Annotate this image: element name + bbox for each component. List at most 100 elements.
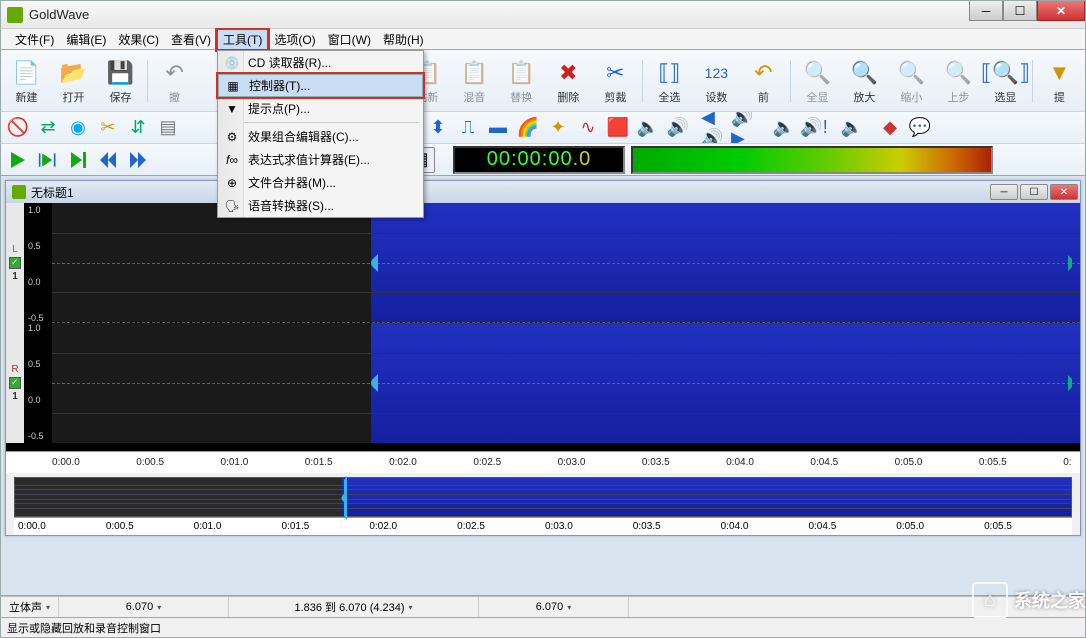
label: 效果组合编辑器(C)...	[248, 128, 359, 145]
menu-file[interactable]: 文件(F)	[9, 29, 60, 50]
effect-stop-icon[interactable]: 🚫	[3, 115, 33, 141]
effect-wave-icon[interactable]: ∿	[573, 115, 603, 141]
status-selection[interactable]: 1.836 到 6.070 (4.234)	[229, 597, 479, 617]
hint-button[interactable]: ▼提	[1036, 53, 1083, 109]
effect-bars-icon[interactable]: ▬	[483, 115, 513, 141]
effect-speaker4-icon[interactable]: 🔈	[837, 115, 867, 141]
status-length[interactable]: 6.070	[59, 597, 229, 617]
effect-eq-icon[interactable]: ⎍	[453, 115, 483, 141]
separator	[642, 60, 643, 102]
play-button[interactable]	[3, 147, 33, 173]
waveform-canvas[interactable]	[52, 203, 1080, 443]
effect-shuffle-icon[interactable]: ⇄	[33, 115, 63, 141]
app-icon	[7, 7, 23, 23]
play-sel-button[interactable]	[33, 147, 63, 173]
label: 打开	[63, 89, 85, 105]
effect-color-icon[interactable]: 🟥	[603, 115, 633, 141]
select-all-button[interactable]: ⟦⟧全选	[646, 53, 693, 109]
effect-swap-icon[interactable]: ⇵	[123, 115, 153, 141]
delete-button[interactable]: ✖删除	[545, 53, 592, 109]
step-up-button[interactable]: 🔍上步	[935, 53, 982, 109]
replace-button[interactable]: 📋替换	[498, 53, 545, 109]
start-marker[interactable]	[364, 203, 378, 322]
effect-a-icon[interactable]: ▤	[153, 115, 183, 141]
fx-icon: f∞	[224, 152, 240, 168]
statusbar: 立体声 6.070 1.836 到 6.070 (4.234) 6.070	[0, 596, 1086, 618]
menu-edit[interactable]: 编辑(E)	[60, 29, 112, 50]
menu-window[interactable]: 窗口(W)	[322, 29, 377, 50]
effect-loud-icon[interactable]: 🔊!	[799, 115, 829, 141]
new-button[interactable]: 📄新建	[3, 53, 50, 109]
label: 表达式求值计算器(E)...	[248, 151, 370, 168]
end-marker[interactable]	[1068, 203, 1080, 322]
document-titlebar[interactable]: 无标题1 ─ ☐ ✕	[6, 181, 1080, 203]
doc-minimize-button[interactable]: ─	[990, 184, 1018, 200]
end-marker[interactable]	[1068, 323, 1080, 443]
effect-speaker1-icon[interactable]: 🔈	[633, 115, 663, 141]
effect-star-icon[interactable]: ✦	[543, 115, 573, 141]
overview-waveform[interactable]	[14, 477, 1072, 517]
effect-updown-icon[interactable]: ⬍	[423, 115, 453, 141]
chain-icon: ⚙	[224, 129, 240, 145]
mix-button[interactable]: 📋混音	[451, 53, 498, 109]
effect-spectrum-icon[interactable]: 🌈	[513, 115, 543, 141]
effect-circle-icon[interactable]: ◉	[63, 115, 93, 141]
label: 全显	[806, 89, 828, 105]
zoom-in-button[interactable]: 🔍放大	[841, 53, 888, 109]
right-channel-num: 1	[12, 391, 18, 402]
label: 提示点(P)...	[248, 100, 310, 117]
sel-zoom-button[interactable]: ⟦🔍⟧选显	[982, 53, 1029, 109]
all-view-button[interactable]: 🔍全显	[794, 53, 841, 109]
label: 设数	[705, 89, 727, 105]
window-titlebar: GoldWave	[0, 0, 1086, 28]
doc-maximize-button[interactable]: ☐	[1020, 184, 1048, 200]
right-channel-checkbox[interactable]	[9, 377, 21, 389]
set-button[interactable]: 123设数	[693, 53, 740, 109]
save-button[interactable]: 💾保存	[97, 53, 144, 109]
menu-cd-reader[interactable]: 💿CD 读取器(R)...	[218, 51, 423, 74]
window-minimize-button[interactable]	[969, 1, 1003, 21]
undo-button[interactable]: ↶撤	[151, 53, 198, 109]
menu-view[interactable]: 查看(V)	[165, 29, 217, 50]
effect-diamond-icon[interactable]: ◆	[875, 115, 905, 141]
menu-tools[interactable]: 工具(T)	[217, 29, 268, 50]
effect-vol-r-icon[interactable]: 🔊▶	[731, 115, 761, 141]
window-close-button[interactable]	[1037, 1, 1085, 21]
effect-speaker2-icon[interactable]: 🔊	[663, 115, 693, 141]
menu-help[interactable]: 帮助(H)	[377, 29, 430, 50]
menu-cue-points[interactable]: ▼ 提示点(P)...	[218, 97, 423, 120]
overview-marker[interactable]	[337, 476, 347, 520]
play-end-button[interactable]	[63, 147, 93, 173]
left-channel-letter: L	[12, 244, 18, 255]
menu-file-merger[interactable]: ⊕文件合并器(M)...	[218, 171, 423, 194]
open-button[interactable]: 📂打开	[50, 53, 97, 109]
menu-controller[interactable]: ▦控制器(T)...	[218, 74, 423, 97]
statusbar-hint: 显示或隐藏回放和录音控制窗口	[0, 618, 1086, 638]
menu-effects[interactable]: 效果(C)	[112, 29, 165, 50]
window-maximize-button[interactable]	[1003, 1, 1037, 21]
label: 放大	[853, 89, 875, 105]
effect-speaker3-icon[interactable]: 🔈	[769, 115, 799, 141]
cue-icon: ▼	[224, 101, 240, 117]
amplitude-labels: 1.0 0.5 0.0 -0.5 1.0 0.5 0.0 -0.5	[24, 203, 52, 443]
doc-close-button[interactable]: ✕	[1050, 184, 1078, 200]
effect-vol-l-icon[interactable]: ◀🔊	[701, 115, 731, 141]
menu-options[interactable]: 选项(O)	[268, 29, 321, 50]
effect-chat-icon[interactable]: 💬	[905, 115, 935, 141]
zoom-out-button[interactable]: 🔍缩小	[888, 53, 935, 109]
label: 混音	[463, 89, 485, 105]
prev-button[interactable]: ↶前	[740, 53, 787, 109]
trim-button[interactable]: ✂剪裁	[592, 53, 639, 109]
menu-speech[interactable]: 🗣语音转换器(S)...	[218, 194, 423, 217]
time-ruler[interactable]: 0:00.0 0:00.5 0:01.0 0:01.5 0:02.0 0:02.…	[6, 451, 1080, 473]
left-channel-checkbox[interactable]	[9, 257, 21, 269]
status-empty	[629, 597, 1085, 617]
status-mode[interactable]: 立体声	[1, 597, 59, 617]
menu-effect-chain[interactable]: ⚙ 效果组合编辑器(C)...	[218, 125, 423, 148]
effect-cut-icon[interactable]: ✂	[93, 115, 123, 141]
menu-expression[interactable]: f∞ 表达式求值计算器(E)...	[218, 148, 423, 171]
rewind-button[interactable]	[93, 147, 123, 173]
start-marker[interactable]	[364, 323, 378, 443]
status-length2[interactable]: 6.070	[479, 597, 629, 617]
forward-button[interactable]	[123, 147, 153, 173]
